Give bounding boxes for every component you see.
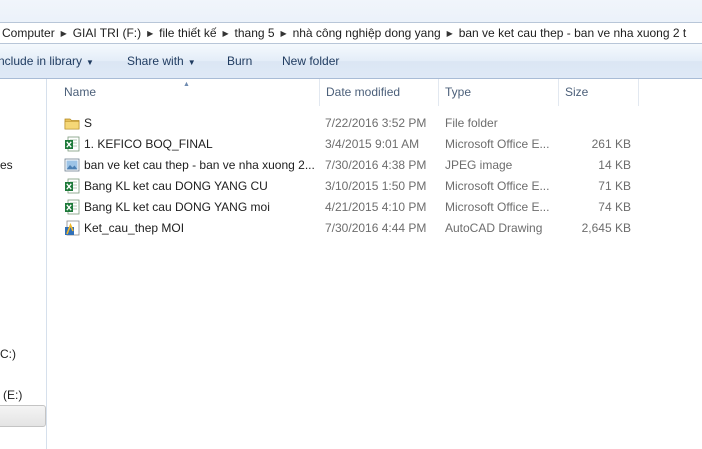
column-header-size[interactable]: Size bbox=[559, 79, 639, 106]
nav-item-drive-e[interactable]: (E:) bbox=[3, 388, 22, 402]
share-with-label: Share with bbox=[127, 54, 184, 68]
nav-selection-highlight bbox=[0, 405, 46, 427]
breadcrumb-chevron-icon[interactable]: ▶ bbox=[277, 29, 291, 38]
file-name: Ket_cau_thep MOI bbox=[84, 221, 185, 235]
include-in-library-button[interactable]: nclude in library ▼ bbox=[0, 44, 94, 78]
breadcrumb-folder-dong-yang[interactable]: nhà công nghiệp dong yang bbox=[291, 26, 443, 40]
file-type: JPEG image bbox=[445, 158, 513, 172]
file-type: Microsoft Office E... bbox=[445, 179, 550, 193]
file-type: File folder bbox=[445, 116, 498, 130]
file-size bbox=[565, 113, 631, 134]
breadcrumb-chevron-icon[interactable]: ▶ bbox=[219, 29, 233, 38]
include-in-library-label: nclude in library bbox=[0, 54, 83, 68]
file-date: 7/30/2016 4:38 PM bbox=[325, 158, 427, 172]
file-date: 7/30/2016 4:44 PM bbox=[325, 221, 427, 235]
breadcrumb-drive[interactable]: GIAI TRI (F:) bbox=[71, 26, 143, 40]
file-type: Microsoft Office E... bbox=[445, 137, 550, 151]
folder-icon bbox=[64, 118, 80, 130]
breadcrumb-folder-thang-5[interactable]: thang 5 bbox=[233, 26, 277, 40]
file-size: 74 KB bbox=[598, 200, 631, 214]
file-name: ban ve ket cau thep - ban ve nha xuong 2… bbox=[84, 158, 314, 172]
burn-label: Burn bbox=[227, 54, 253, 68]
file-name: 1. KEFICO BOQ_FINAL bbox=[84, 137, 213, 151]
excel-file-icon bbox=[65, 199, 80, 215]
file-date: 4/21/2015 4:10 PM bbox=[325, 200, 427, 214]
file-size: 14 KB bbox=[598, 158, 631, 172]
file-size: 261 KB bbox=[591, 137, 631, 151]
file-row[interactable]: Ket_cau_thep MOI 7/30/2016 4:44 PM AutoC… bbox=[62, 218, 642, 239]
column-header-row: ▲ Name Date modified Type Size bbox=[47, 79, 702, 106]
new-folder-label: New folder bbox=[282, 54, 340, 68]
excel-file-icon bbox=[65, 136, 80, 152]
file-row[interactable]: Bang KL ket cau DONG YANG CU 3/10/2015 1… bbox=[62, 176, 642, 197]
dropdown-caret-icon: ▼ bbox=[86, 58, 94, 67]
breadcrumb-chevron-icon[interactable]: ▶ bbox=[443, 29, 457, 38]
file-date: 3/10/2015 1:50 PM bbox=[325, 179, 427, 193]
file-row[interactable]: Bang KL ket cau DONG YANG moi 4/21/2015 … bbox=[62, 197, 642, 218]
column-header-type[interactable]: Type bbox=[439, 79, 559, 106]
file-name: S bbox=[84, 116, 93, 130]
breadcrumb-chevron-icon[interactable]: ▶ bbox=[143, 29, 157, 38]
breadcrumb-computer[interactable]: Computer bbox=[0, 26, 57, 40]
file-name: Bang KL ket cau DONG YANG CU bbox=[84, 179, 268, 193]
breadcrumb[interactable]: Computer ▶ GIAI TRI (F:) ▶ file thiết kế… bbox=[0, 22, 702, 44]
file-size: 71 KB bbox=[598, 179, 631, 193]
column-header-date-modified[interactable]: Date modified bbox=[320, 79, 439, 106]
file-date: 3/4/2015 9:01 AM bbox=[325, 137, 420, 151]
breadcrumb-folder-current[interactable]: ban ve ket cau thep - ban ve nha xuong 2… bbox=[457, 26, 689, 40]
excel-file-icon bbox=[65, 178, 80, 194]
nav-item-local-disk-c[interactable]: C:) bbox=[0, 347, 16, 361]
breadcrumb-chevron-icon[interactable]: ▶ bbox=[57, 29, 71, 38]
nav-item-libraries[interactable]: es bbox=[0, 158, 13, 172]
navigation-pane[interactable]: es C:) (E:) bbox=[0, 79, 47, 449]
autocad-file-icon bbox=[65, 220, 80, 236]
new-folder-button[interactable]: New folder bbox=[282, 44, 339, 78]
file-size: 2,645 KB bbox=[581, 221, 631, 235]
file-type: Microsoft Office E... bbox=[445, 200, 550, 214]
dropdown-caret-icon: ▼ bbox=[187, 58, 196, 67]
address-bar: Computer ▶ GIAI TRI (F:) ▶ file thiết kế… bbox=[0, 0, 702, 44]
file-row[interactable]: S 7/22/2016 3:52 PM File folder bbox=[62, 113, 642, 134]
file-row[interactable]: ban ve ket cau thep - ban ve nha xuong 2… bbox=[62, 155, 642, 176]
file-row[interactable]: 1. KEFICO BOQ_FINAL 3/4/2015 9:01 AM Mic… bbox=[62, 134, 642, 155]
share-with-button[interactable]: Share with ▼ bbox=[127, 44, 196, 78]
breadcrumb-folder-file-thiet-ke[interactable]: file thiết kế bbox=[157, 26, 218, 40]
column-header-name[interactable]: Name bbox=[58, 79, 320, 106]
file-type: AutoCAD Drawing bbox=[445, 221, 543, 235]
burn-button[interactable]: Burn bbox=[227, 44, 252, 78]
command-bar: nclude in library ▼ Share with ▼ Burn New … bbox=[0, 44, 702, 79]
file-date: 7/22/2016 3:52 PM bbox=[325, 116, 427, 130]
file-name: Bang KL ket cau DONG YANG moi bbox=[84, 200, 270, 214]
jpeg-file-icon bbox=[64, 158, 80, 172]
